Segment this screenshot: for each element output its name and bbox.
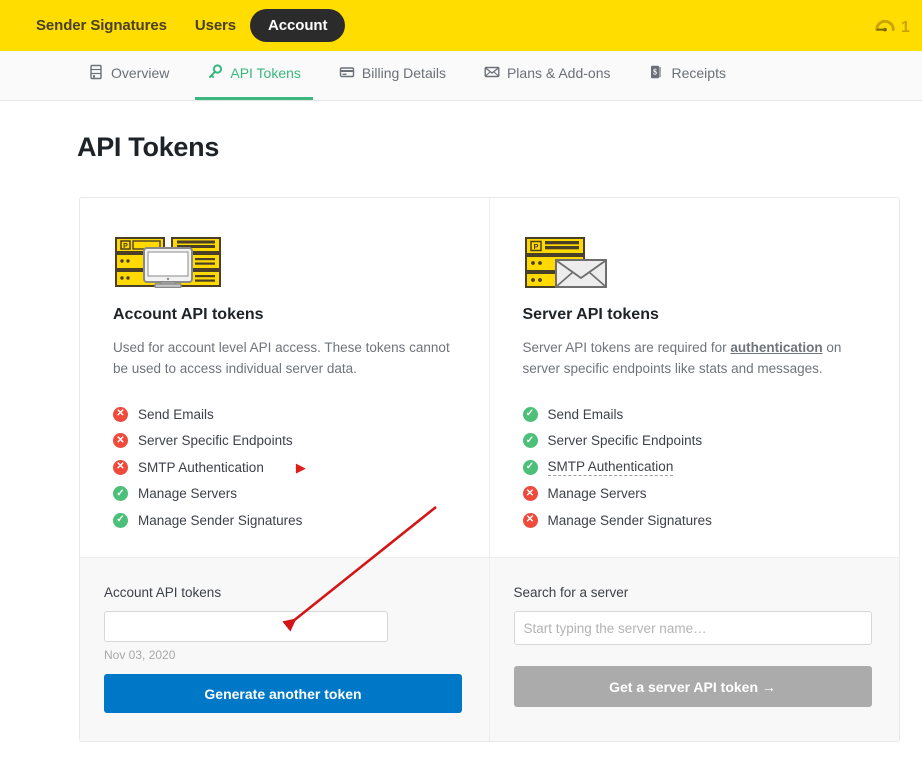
cross-icon: ✕ <box>522 512 538 528</box>
page-title: API Tokens <box>77 132 220 162</box>
account-token-form: Account API tokens Nov 03, 2020 Generate… <box>80 558 490 741</box>
cross-icon: ✕ <box>113 433 128 449</box>
tab-plans-add-ons-label: Plans & Add-ons <box>506 65 611 81</box>
svg-text:P: P <box>533 242 538 251</box>
card-bottom-section: Account API tokens Nov 03, 2020 Generate… <box>80 557 899 741</box>
svg-text:P: P <box>123 243 128 250</box>
feature-item: ✓ SMTP Authentication <box>522 454 900 481</box>
feature-label: SMTP Authentication <box>138 459 264 475</box>
get-server-api-token-button[interactable]: Get a server API token → <box>513 666 872 707</box>
check-icon: ✓ <box>522 433 538 449</box>
api-tokens-card: P Account API tokens Used for account le… <box>79 197 900 742</box>
server-card-title: Server API tokens <box>522 306 659 323</box>
server-search-label: Search for a server <box>513 585 629 600</box>
desc-text-before: Server API tokens are required for <box>522 340 731 355</box>
authentication-link[interactable]: authentication <box>730 340 822 355</box>
feature-item: ✕ Manage Servers <box>522 481 900 508</box>
topnav-item-sender-signatures[interactable]: Sender Signatures <box>22 10 181 41</box>
app-root: Sender Signatures Users Account 1 Overvi… <box>0 0 922 768</box>
key-icon <box>207 64 223 80</box>
play-marker-icon: ▶ <box>295 459 306 475</box>
server-card-description: Server API tokens are required for authe… <box>523 337 868 379</box>
gauge-icon <box>874 14 896 41</box>
tab-api-tokens-label: API Tokens <box>230 65 301 81</box>
server-api-tokens-column: P Server API tokens Server API tokens ar… <box>490 198 900 557</box>
feature-label: Manage Sender Signatures <box>547 512 712 528</box>
sub-navigation: Overview API Tokens Billing Details Plan… <box>0 51 922 101</box>
feature-label: Send Emails <box>138 406 214 422</box>
tab-billing-details-label: Billing Details <box>361 65 446 81</box>
feature-label: Manage Servers <box>138 486 238 502</box>
account-card-title: Account API tokens <box>113 306 264 323</box>
feature-label: Send Emails <box>547 406 624 422</box>
feature-label: Manage Servers <box>547 486 647 502</box>
servers-with-envelope-icon: P <box>523 236 900 288</box>
tab-plans-add-ons[interactable]: Plans & Add-ons <box>472 51 623 100</box>
account-token-date: Nov 03, 2020 <box>104 648 176 662</box>
topnav-item-account[interactable]: Account <box>250 9 346 42</box>
topbar-right-group[interactable]: 1 <box>874 14 922 41</box>
credit-card-icon <box>339 64 355 80</box>
feature-label: Server Specific Endpoints <box>138 433 293 449</box>
server-search-form: Search for a server Get a server API tok… <box>490 558 900 741</box>
account-token-input[interactable] <box>104 611 388 642</box>
receipt-icon: $ <box>648 64 664 80</box>
tab-receipts[interactable]: $ Receipts <box>636 51 737 100</box>
feature-item: ✕ Manage Sender Signatures <box>522 507 900 534</box>
feature-item: ✓ Manage Sender Signatures <box>113 507 489 534</box>
cross-icon: ✕ <box>113 459 128 475</box>
tab-overview[interactable]: Overview <box>76 51 181 100</box>
feature-item: ✓ Server Specific Endpoints <box>522 428 900 455</box>
check-icon: ✓ <box>522 406 538 422</box>
feature-item: ✓ Send Emails <box>522 401 900 428</box>
check-icon: ✓ <box>113 486 128 502</box>
check-icon: ✓ <box>113 512 128 528</box>
feature-label: Server Specific Endpoints <box>547 433 703 449</box>
server-search-input[interactable] <box>513 611 872 645</box>
account-feature-list: ✕ Send Emails ✕ Server Specific Endpoint… <box>113 401 489 534</box>
server-icon <box>88 64 104 80</box>
cross-icon: ✕ <box>522 486 538 502</box>
topnav-item-users[interactable]: Users <box>181 10 250 41</box>
feature-label-smtp-authentication[interactable]: SMTP Authentication <box>547 459 674 476</box>
account-api-tokens-column: P Account API tokens Used for account le… <box>80 198 490 557</box>
tab-receipts-label: Receipts <box>671 65 726 81</box>
generate-another-token-button[interactable]: Generate another token <box>104 674 462 713</box>
check-icon: ✓ <box>522 459 538 475</box>
cross-icon: ✕ <box>113 406 128 422</box>
feature-item: ✓ Manage Servers <box>113 481 489 508</box>
envelope-icon <box>484 64 500 80</box>
top-navigation-bar: Sender Signatures Users Account 1 <box>0 0 922 51</box>
servers-with-monitor-icon: P <box>113 236 489 289</box>
tab-billing-details[interactable]: Billing Details <box>327 51 458 100</box>
topbar-count: 1 <box>901 18 910 36</box>
top-nav-items: Sender Signatures Users Account <box>0 9 346 42</box>
feature-item: ✕ SMTP Authentication ▶ <box>113 454 489 481</box>
feature-label: Manage Sender Signatures <box>138 512 303 528</box>
tab-api-tokens[interactable]: API Tokens <box>195 51 313 100</box>
feature-item: ✕ Send Emails <box>113 401 489 428</box>
feature-item: ✕ Server Specific Endpoints <box>113 428 489 455</box>
svg-text:$: $ <box>653 67 657 76</box>
tab-overview-label: Overview <box>111 65 170 81</box>
account-card-description: Used for account level API access. These… <box>113 340 450 376</box>
card-top-section: P Account API tokens Used for account le… <box>80 198 899 557</box>
account-token-input-label: Account API tokens <box>104 585 222 600</box>
server-feature-list: ✓ Send Emails ✓ Server Specific Endpoint… <box>522 401 900 534</box>
